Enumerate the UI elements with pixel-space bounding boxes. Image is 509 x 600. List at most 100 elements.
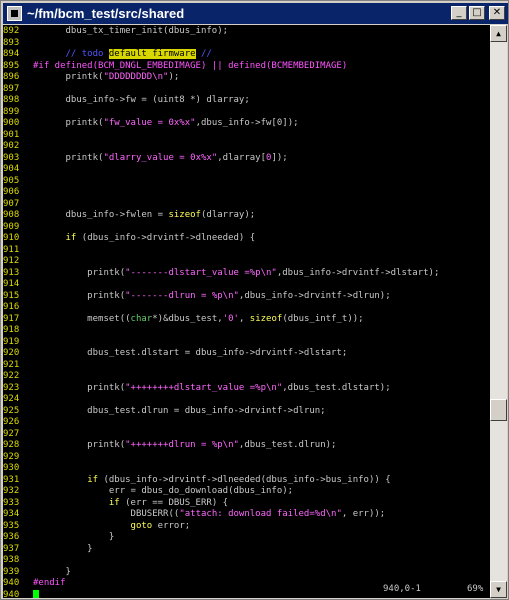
vertical-scrollbar[interactable]: ▲ ▼ bbox=[490, 25, 507, 598]
code-line: 901 bbox=[3, 130, 33, 141]
code-token: "DDDDDDDD\n" bbox=[103, 72, 169, 82]
line-number: 899 bbox=[3, 106, 20, 117]
code-token: "dlarry_value = 0x%x" bbox=[103, 152, 218, 163]
code-line: 931 if (dbus_info->drvintf->dlneeded(dbu… bbox=[3, 475, 391, 486]
code-token: "attach: download failed=%d\n" bbox=[179, 509, 342, 519]
code-line: 923 printk("++++++++dlstart_value =%p\n"… bbox=[3, 383, 391, 394]
code-token: dbus_tx_timer_init(dbus_info); bbox=[33, 26, 229, 36]
code-line: 903 printk("dlarry_value = 0x%x",dlarray… bbox=[3, 153, 288, 164]
code-token: if bbox=[87, 474, 99, 485]
scroll-down-button[interactable]: ▼ bbox=[490, 581, 507, 598]
code-token: // todo bbox=[33, 49, 109, 59]
code-token: DBUSERR(( bbox=[33, 509, 180, 519]
code-line: 927 bbox=[3, 429, 33, 440]
code-token: "+++++++dlrun = %p\n" bbox=[125, 440, 239, 450]
code-token: sizeof bbox=[168, 210, 201, 220]
code-token: printk( bbox=[33, 290, 126, 301]
line-number: 911 bbox=[3, 244, 20, 255]
code-token: ,dbus_info->drvintf->dlstart); bbox=[276, 267, 440, 278]
line-number: 900 bbox=[3, 118, 20, 128]
code-token: printk( bbox=[33, 118, 104, 128]
code-token: char bbox=[130, 313, 153, 324]
scrollbar-thumb[interactable] bbox=[490, 398, 507, 421]
code-line: 896 printk("DDDDDDDD\n"); bbox=[3, 72, 179, 83]
code-token: , err)); bbox=[341, 509, 386, 519]
code-line: 895 #if defined(BCM_DNGL_EMBEDIMAGE) || d… bbox=[3, 61, 347, 72]
terminal-app-icon[interactable] bbox=[7, 6, 22, 21]
code-token: #if defined(BCM_DNGL_EMBEDIMAGE) || defi… bbox=[33, 60, 348, 71]
code-line: 929 bbox=[3, 452, 33, 463]
code-token: (dbus_info->drvintf->dlneeded) { bbox=[76, 233, 256, 243]
line-number: 930 bbox=[3, 463, 20, 473]
line-number: 897 bbox=[3, 83, 20, 94]
code-line: 915 printk("-------dlrun = %p\n",dbus_in… bbox=[3, 291, 391, 302]
line-number: 939 bbox=[3, 566, 20, 577]
minimize-button[interactable]: _ bbox=[451, 6, 467, 20]
code-line: 911 bbox=[3, 245, 33, 256]
line-number: 926 bbox=[3, 417, 20, 427]
code-line: 924 bbox=[3, 394, 33, 405]
scroll-up-button[interactable]: ▲ bbox=[490, 25, 507, 42]
code-line: 921 bbox=[3, 360, 33, 371]
line-number: 917 bbox=[3, 313, 20, 324]
code-token: "-------dlrun = %p\n" bbox=[125, 290, 239, 301]
line-number: 931 bbox=[3, 474, 20, 485]
chevron-up-icon: ▲ bbox=[496, 29, 501, 38]
code-line: 904 bbox=[3, 164, 33, 175]
line-number: 910 bbox=[3, 233, 20, 243]
line-number: 933 bbox=[3, 497, 20, 508]
title-bar[interactable]: ~/fm/bcm_test/src/shared _ □ ✕ bbox=[3, 3, 508, 24]
maximize-button[interactable]: □ bbox=[469, 6, 485, 20]
line-number: 908 bbox=[3, 210, 20, 220]
line-number: 935 bbox=[3, 520, 20, 531]
code-token: } bbox=[33, 543, 93, 554]
code-token: dbus_test.dlstart = dbus_info->drvintf->… bbox=[33, 348, 348, 358]
code-token: dbus_info->fw = (uint8 *) dlarray; bbox=[33, 95, 250, 105]
code-token: (err == DBUS_ERR) { bbox=[119, 497, 229, 508]
code-line: 908 dbus_info->fwlen = sizeof(dlarray); bbox=[3, 210, 255, 221]
line-number: 918 bbox=[3, 325, 20, 335]
window-title: ~/fm/bcm_test/src/shared bbox=[27, 6, 185, 21]
line-number: 934 bbox=[3, 509, 20, 519]
code-token: "fw_value = 0x%x" bbox=[103, 118, 196, 128]
close-button[interactable]: ✕ bbox=[489, 6, 505, 20]
line-number: 940 bbox=[3, 589, 20, 599]
code-line: 928 printk("+++++++dlrun = %p\n",dbus_te… bbox=[3, 440, 336, 451]
line-number: 912 bbox=[3, 256, 20, 266]
code-line: 926 bbox=[3, 417, 33, 428]
code-token: printk( bbox=[33, 267, 126, 278]
terminal-window: ~/fm/bcm_test/src/shared _ □ ✕ 940,0-1 6… bbox=[0, 0, 509, 600]
line-number: 936 bbox=[3, 532, 20, 542]
line-number: 924 bbox=[3, 394, 20, 404]
code-token: dbus_test.dlrun = dbus_info->drvintf->dl… bbox=[33, 405, 326, 416]
code-token: (dbus_intf_t)); bbox=[282, 313, 364, 324]
code-token: "++++++++dlstart_value =%p\n" bbox=[125, 382, 283, 393]
code-token: #endif bbox=[33, 578, 66, 588]
code-line: 936 } bbox=[3, 532, 114, 543]
line-number: 901 bbox=[3, 129, 20, 140]
chevron-down-icon: ▼ bbox=[496, 585, 501, 594]
line-number: 923 bbox=[3, 382, 20, 393]
code-token: ,dbus_info->drvintf->dlrun); bbox=[238, 290, 391, 301]
status-line: 940,0-1 69% bbox=[3, 583, 490, 596]
code-line: 917 memset((char*)&dbus_test,'0', sizeof… bbox=[3, 314, 364, 325]
code-token: printk( bbox=[33, 152, 104, 163]
code-line: 898 dbus_info->fw = (uint8 *) dlarray; bbox=[3, 95, 250, 106]
code-line: 930 bbox=[3, 463, 33, 474]
code-token: err = dbus_do_download(dbus_info); bbox=[33, 486, 294, 496]
code-line: 912 bbox=[3, 256, 33, 267]
code-token: } bbox=[33, 532, 115, 542]
line-number: 914 bbox=[3, 279, 20, 289]
vim-editor[interactable]: 940,0-1 69% 892 dbus_tx_timer_init(dbus_… bbox=[3, 25, 490, 598]
code-line: 899 bbox=[3, 107, 33, 118]
code-token: printk( bbox=[33, 382, 126, 393]
line-number: 896 bbox=[3, 72, 20, 82]
line-number: 913 bbox=[3, 267, 20, 278]
code-line: 906 bbox=[3, 187, 33, 198]
code-token: error; bbox=[152, 520, 191, 531]
code-token: ,dbus_info->fw[0]); bbox=[195, 118, 299, 128]
code-token: printk( bbox=[33, 72, 104, 82]
code-line: 892 dbus_tx_timer_init(dbus_info); bbox=[3, 26, 228, 37]
